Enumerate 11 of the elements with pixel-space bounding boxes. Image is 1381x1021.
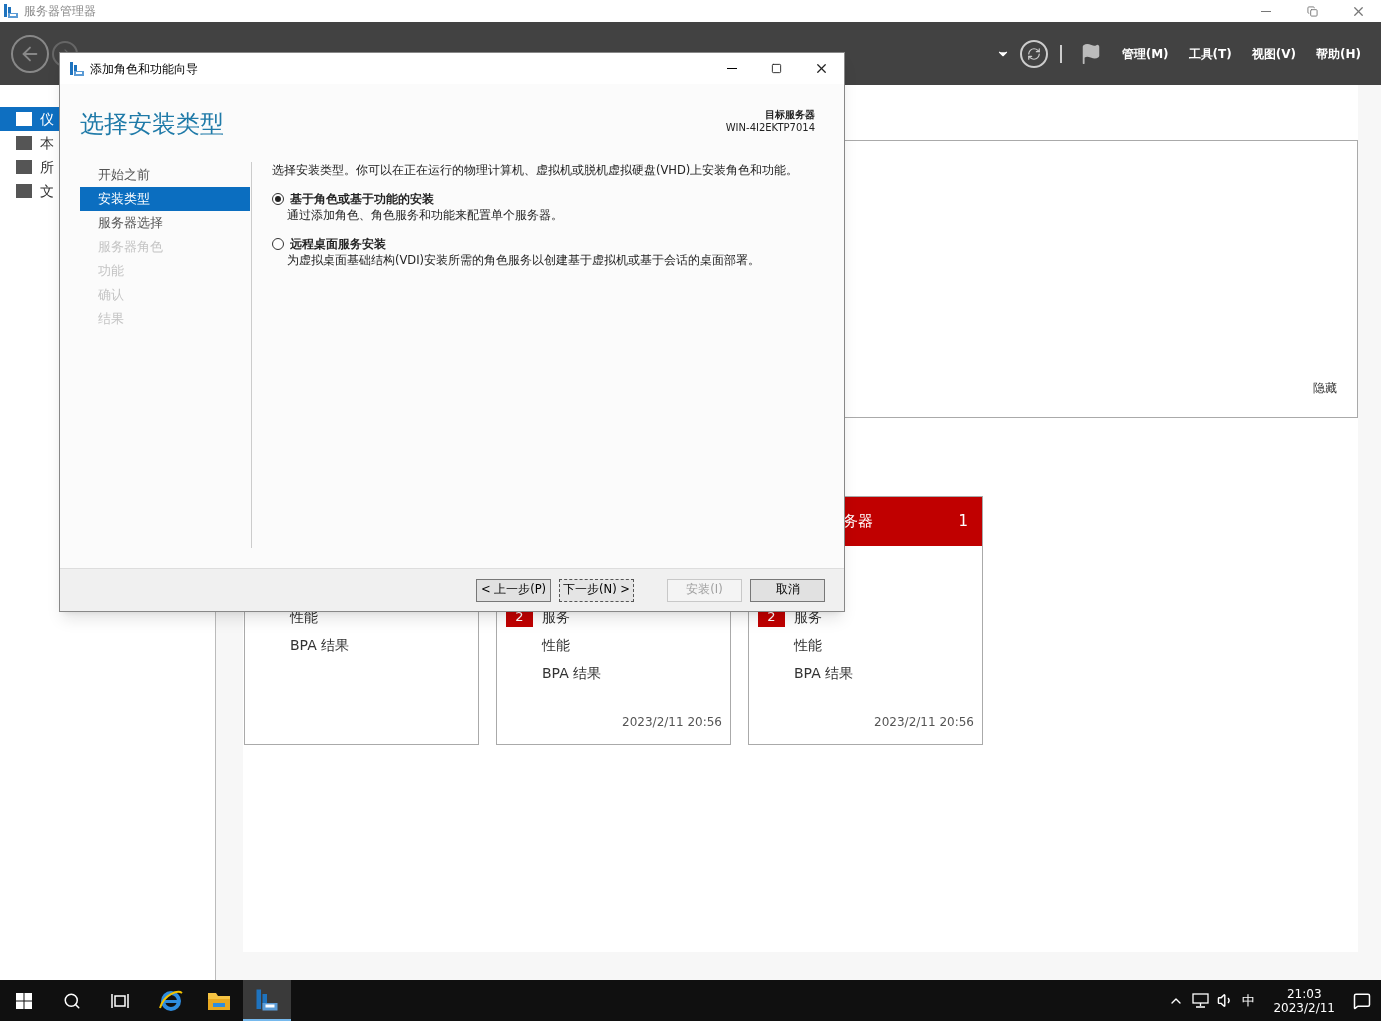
tile-timestamp: 2023/2/11 20:56 — [874, 714, 974, 731]
target-server-name: WIN-4I2EKTP7014 — [725, 121, 815, 134]
tile-timestamp: 2023/2/11 20:56 — [622, 714, 722, 731]
tile-count: 1 — [958, 511, 968, 533]
window-title: 服务器管理器 — [24, 3, 96, 20]
target-server-label: 目标服务器 — [765, 108, 815, 121]
option-description: 为虚拟桌面基础结构(VDI)安装所需的角色服务以创建基于虚拟机或基于会话的桌面部署。 — [286, 252, 762, 268]
intro-text: 选择安装类型。你可以在正在运行的物理计算机、虚拟机或脱机虚拟硬盘(VHD)上安装角色和功能。 — [272, 162, 799, 178]
option-description: 通过添加角色、角色服务和功能来配置单个服务器。 — [286, 207, 564, 223]
tile-title: 务器 — [843, 511, 873, 533]
dialog-title: 添加角色和功能向导 — [90, 60, 198, 78]
